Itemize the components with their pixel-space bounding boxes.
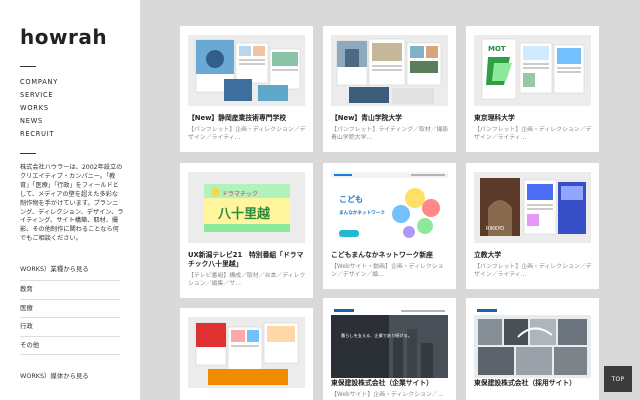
work-card[interactable] — [180, 308, 313, 400]
work-subtitle: 【パンフレット】企画・ディレクション／デザイン／ライティ… — [474, 264, 592, 279]
website-image: 暮らしを支える、企業であり続ける。 — [331, 307, 448, 378]
work-subtitle: 【テレビ番組】構成／取材／台本／ディレクション／編集／サ… — [188, 273, 306, 288]
work-thumbnail: 暮らしを支える、企業であり続ける。 — [331, 307, 448, 378]
work-title: こどもまんなかネットワーク新座 — [331, 251, 433, 259]
work-thumbnail — [188, 35, 305, 106]
hachijuri-label: 八十里越 — [217, 206, 271, 222]
brochure-image: MOT — [481, 38, 585, 100]
nav-works[interactable]: WORKS — [20, 102, 140, 115]
work-thumbnail — [331, 35, 448, 106]
work-thumbnail — [474, 307, 591, 378]
brochure-image — [336, 38, 442, 104]
media-filter-title: WORKS）媒体から見る — [20, 372, 89, 381]
work-title: 【New】青山学院大学 — [331, 114, 402, 122]
filter-government[interactable]: 行政 — [20, 318, 120, 337]
work-card[interactable]: 【New】静岡産業技術専門学校 【パンフレット】企画・ディレクション／デザイン／… — [180, 26, 313, 152]
work-thumbnail: ドラマチック 八十里越 — [188, 172, 305, 243]
filter-other[interactable]: その他 — [20, 337, 120, 356]
work-card[interactable]: RIKKYO 立教大学 【パンフレット】企画・ディレクション／デザイン／ライティ… — [466, 163, 599, 289]
work-thumbnail: RIKKYO — [474, 172, 591, 243]
work-thumbnail: MOT — [474, 35, 591, 106]
catchcopy-label: 暮らしを支える、企業であり続ける。 — [341, 332, 412, 339]
work-title: UX新潟テレビ21 特別番組「ドラマチック八十里越」 — [188, 251, 304, 268]
nav-company[interactable]: COMPANY — [20, 76, 140, 89]
filter-medical[interactable]: 医療 — [20, 300, 120, 319]
brochure-image: RIKKYO — [480, 178, 586, 236]
back-to-top-button[interactable]: TOP — [604, 366, 632, 392]
work-subtitle: 【Webサイト・動画】企画・ディレクション／デザイン／編… — [331, 264, 444, 279]
work-thumbnail — [188, 317, 305, 388]
rikkyo-label: RIKKYO — [486, 226, 504, 232]
divider — [20, 153, 36, 154]
brochure-image — [195, 322, 299, 385]
work-subtitle: 【パンフレット】企画・ディレクション／デザイン／ライティ… — [188, 127, 306, 142]
work-title: 東京理科大学 — [474, 114, 515, 122]
site-logo[interactable]: howrah — [20, 26, 140, 48]
work-title: 東保建設株式会社（企業サイト） — [331, 379, 433, 387]
sidebar: howrah COMPANY SERVICE WORKS NEWS RECRUI… — [0, 0, 140, 400]
work-card[interactable]: 【New】青山学院大学 【パンフレット】ライティング／取材／撮影 青山学院大学… — [323, 26, 456, 152]
work-subtitle: 【パンフレット】ライティング／取材／撮影 青山学院大学… — [331, 127, 449, 142]
filter-education[interactable]: 教育 — [20, 281, 120, 300]
work-title: 立教大学 — [474, 251, 502, 259]
tv-program-image: ドラマチック 八十里越 — [204, 184, 290, 232]
work-card[interactable]: 東保建設株式会社（採用サイト） — [466, 298, 599, 400]
main-nav: COMPANY SERVICE WORKS NEWS RECRUIT — [20, 76, 140, 141]
work-card[interactable]: MOT 東京理科大学 【パンフレット】企画・ディレクション／デザイン／ライティ… — [466, 26, 599, 152]
website-image: こども まんなかネットワーク — [331, 172, 448, 238]
company-description: 株式会社ハウラーは、2002年設立のクリエイティブ・カンパニー。「教育」「医療」… — [20, 164, 124, 243]
industry-filter-title: WORKS）業種から見る — [20, 264, 120, 282]
nav-recruit[interactable]: RECRUIT — [20, 128, 140, 141]
work-card[interactable]: ドラマチック 八十里越 UX新潟テレビ21 特別番組「ドラマチック八十里越」 【… — [180, 163, 313, 298]
brochure-image — [195, 39, 301, 101]
work-thumbnail: こども まんなかネットワーク — [331, 172, 448, 243]
website-image — [474, 307, 591, 378]
work-title: 東保建設株式会社（採用サイト） — [474, 379, 576, 387]
industry-filter-list: 教育 医療 行政 その他 — [20, 281, 120, 356]
kodomo-label: こども — [339, 194, 363, 204]
work-subtitle: 【パンフレット】企画・ディレクション／デザイン／ライティ… — [474, 127, 592, 142]
work-title: 【New】静岡産業技術専門学校 — [188, 114, 287, 122]
nav-news[interactable]: NEWS — [20, 115, 140, 128]
dorama-label: ドラマチック — [222, 191, 258, 198]
divider — [20, 66, 36, 67]
mot-label: MOT — [488, 45, 506, 53]
work-subtitle: 【Webサイト】企画・ディレクション／… — [331, 392, 444, 398]
nav-service[interactable]: SERVICE — [20, 89, 140, 102]
work-card[interactable]: 暮らしを支える、企業であり続ける。 東保建設株式会社（企業サイト） 【Webサイ… — [323, 298, 456, 400]
network-label: まんなかネットワーク — [339, 209, 385, 216]
work-card[interactable]: こども まんなかネットワーク こどもまんなかネットワーク新座 【Webサイト・動… — [323, 163, 456, 289]
